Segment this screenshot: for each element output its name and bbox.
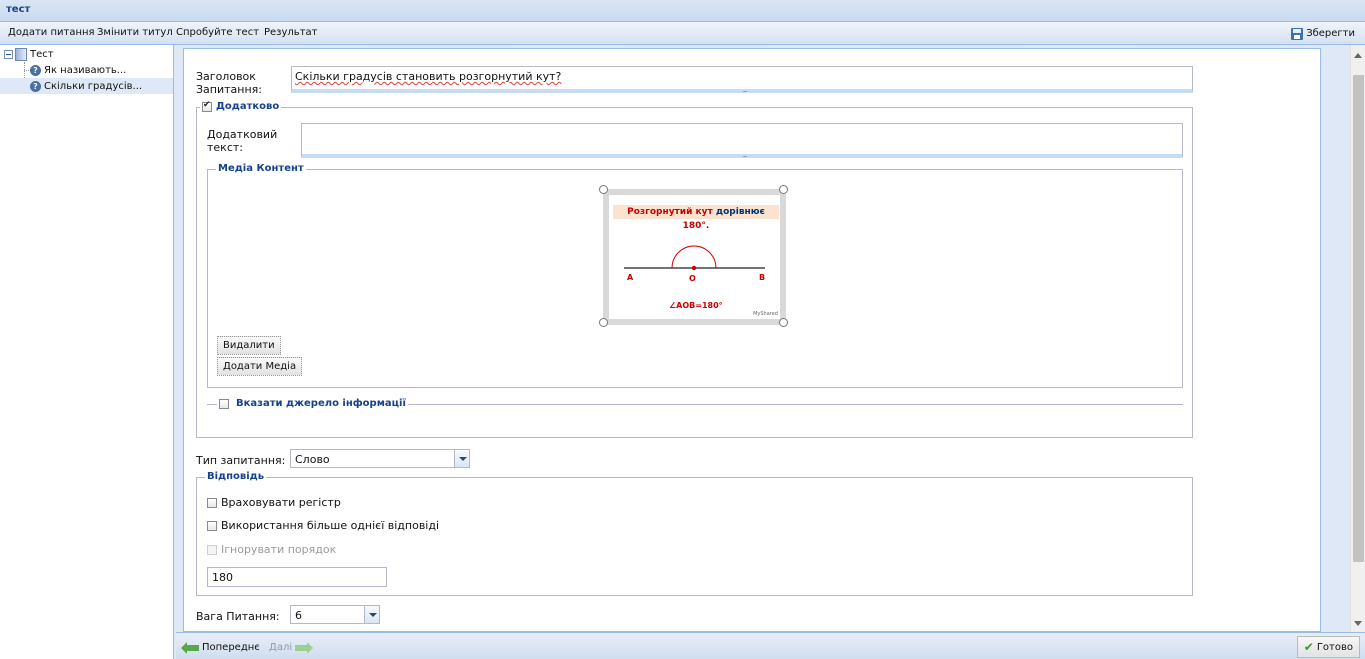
answer-legend: Відповідь: [205, 471, 267, 482]
resize-grip-icon[interactable]: ....: [742, 86, 748, 94]
scroll-down-icon[interactable]: [1354, 621, 1362, 626]
media-image[interactable]: Розгорнутий кут дорівнює 180°. A O B ∠AO…: [603, 189, 786, 325]
angle-caption: ∠AOB=180°: [669, 301, 723, 310]
main-toolbar: Додати питання Змінити титул Спробуйте т…: [0, 22, 1365, 45]
save-button-label: Зберегти: [1306, 28, 1355, 39]
question-icon: ?: [30, 80, 41, 92]
question-icon: ?: [30, 64, 41, 76]
weight-label: Вага Питання:: [196, 610, 280, 623]
collapse-icon[interactable]: [4, 49, 13, 59]
case-sensitive-option[interactable]: Враховувати регістр: [207, 496, 341, 509]
resize-handle-icon[interactable]: [779, 185, 788, 194]
case-sensitive-label: Враховувати регістр: [221, 496, 341, 509]
ignore-order-label: Ігнорувати порядок: [221, 543, 337, 556]
question-title-label: Заголовок Запитання:: [196, 70, 262, 96]
media-legend: Медіа Контент: [216, 163, 306, 174]
ignore-order-option: Ігнорувати порядок: [207, 543, 336, 556]
chevron-down-icon[interactable]: [364, 606, 379, 623]
footer-bar: Попереднє Далі ✔ Готово: [176, 632, 1365, 659]
tree-root[interactable]: Тест: [4, 46, 54, 62]
multiple-answers-checkbox[interactable]: [207, 520, 217, 531]
result-button[interactable]: Результат: [264, 27, 317, 38]
add-question-button[interactable]: Додати питання: [8, 27, 95, 38]
case-sensitive-checkbox[interactable]: [207, 497, 217, 508]
tree-root-label: Тест: [30, 48, 54, 60]
tree-item-question-2[interactable]: ? Скільки градусів...: [0, 78, 173, 94]
change-title-button[interactable]: Змінити титул: [97, 27, 173, 38]
answer-legend-label: Відповідь: [207, 471, 265, 482]
question-type-value: Слово: [295, 453, 330, 466]
tree-item-question-1[interactable]: ? Як називають...: [30, 62, 126, 78]
question-type-select[interactable]: Слово: [290, 449, 470, 468]
point-b-label: B: [759, 273, 766, 282]
save-button[interactable]: Зберегти: [1291, 25, 1355, 42]
chevron-down-icon[interactable]: [454, 450, 469, 467]
next-button[interactable]: Далі: [269, 641, 314, 654]
multiple-answers-label: Використання більше однієї відповіді: [221, 519, 440, 532]
try-test-button[interactable]: Спробуйте тест: [176, 27, 259, 38]
floppy-disk-icon: [1291, 27, 1304, 40]
source-checkbox[interactable]: [219, 398, 229, 409]
tree-item-label: Скільки градусів...: [44, 80, 143, 92]
scroll-up-icon[interactable]: [1354, 53, 1362, 58]
next-label: Далі: [269, 642, 293, 653]
extra-legend-label: Додатково: [216, 101, 280, 112]
book-icon: [15, 47, 27, 61]
answer-fieldset: Відповідь Враховувати регістр Використан…: [196, 471, 1193, 596]
resize-grip-icon[interactable]: ....: [742, 151, 748, 159]
multiple-answers-option[interactable]: Використання більше однієї відповіді: [207, 519, 439, 532]
tree-item-label: Як називають...: [44, 64, 127, 76]
extra-checkbox[interactable]: [202, 100, 212, 112]
point-a-label: A: [627, 273, 634, 282]
checkmark-icon: ✔: [1303, 640, 1314, 654]
question-type-label: Тип запитання:: [196, 454, 286, 467]
extra-text-field[interactable]: ....: [301, 123, 1183, 159]
answer-value: 180: [212, 571, 233, 584]
question-form: Заголовок Запитання: Скільки градусів ст…: [183, 48, 1321, 632]
point-o-label: O: [689, 274, 696, 283]
ignore-order-checkbox: [207, 544, 217, 555]
source-legend-label: Вказати джерело інформації: [236, 398, 406, 409]
weight-select[interactable]: 6: [290, 605, 380, 624]
source-legend[interactable]: Вказати джерело інформації: [217, 398, 408, 409]
scroll-thumb[interactable]: [1353, 75, 1364, 562]
watermark: MyShared: [753, 311, 778, 317]
extra-text-label: Додатковий текст:: [207, 128, 278, 154]
window-titlebar: тест: [0, 0, 1365, 22]
weight-value: 6: [295, 609, 302, 622]
arrow-left-icon: [181, 641, 199, 654]
media-legend-label: Медіа Контент: [218, 163, 304, 174]
editor-area: Заголовок Запитання: Скільки градусів ст…: [176, 45, 1365, 632]
done-label: Готово: [1316, 641, 1353, 653]
resize-handle-icon[interactable]: [599, 185, 608, 194]
previous-label: Попереднє: [202, 642, 260, 653]
previous-button[interactable]: Попереднє: [181, 641, 260, 654]
question-title-field[interactable]: Скільки градусів становить розгорнутий к…: [291, 66, 1193, 94]
vertical-scrollbar[interactable]: [1350, 45, 1365, 632]
extra-legend[interactable]: Додатково: [200, 100, 282, 112]
window-title: тест: [6, 4, 31, 15]
done-button[interactable]: ✔ Готово: [1296, 636, 1360, 658]
arrow-right-icon: [295, 641, 314, 654]
delete-media-button[interactable]: Видалити: [217, 336, 281, 355]
question-title-value: Скільки градусів становить розгорнутий к…: [295, 70, 562, 83]
answer-input[interactable]: 180: [207, 567, 387, 587]
resize-handle-icon[interactable]: [779, 318, 788, 327]
question-tree: Тест ? Як називають... ? Скільки градусі…: [0, 45, 174, 659]
resize-handle-icon[interactable]: [599, 318, 608, 327]
add-media-button[interactable]: Додати Медіа: [217, 357, 303, 376]
